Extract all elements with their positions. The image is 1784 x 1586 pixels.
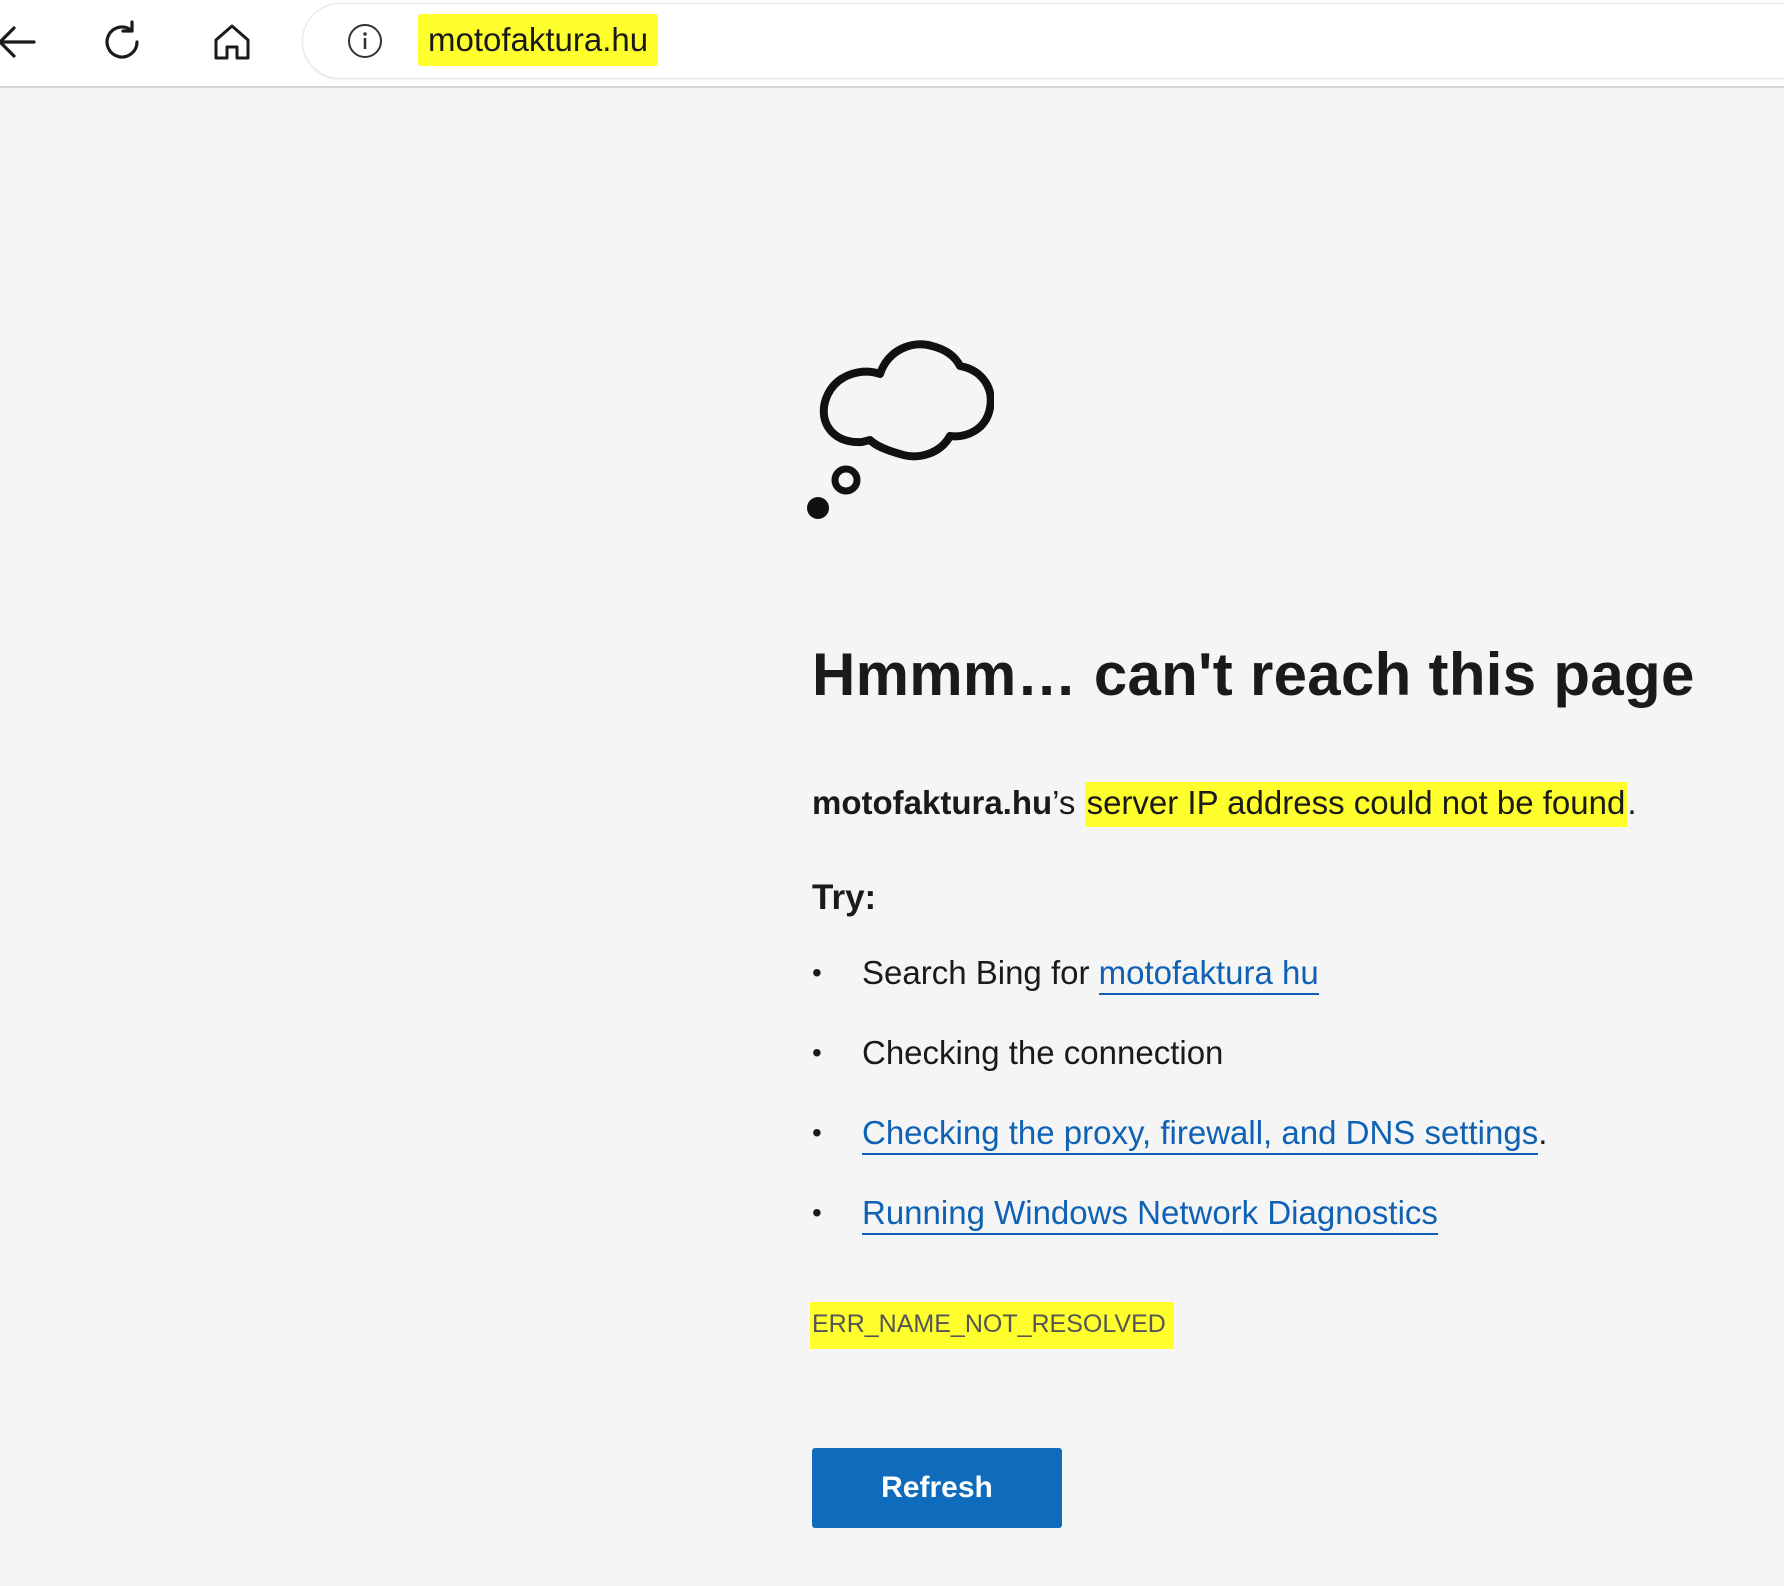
refresh-button[interactable]: Refresh bbox=[812, 1448, 1062, 1528]
browser-toolbar: motofaktura.hu bbox=[0, 0, 1784, 88]
page-title: Hmmm… can't reach this page bbox=[812, 641, 1695, 708]
suggestion-list: • Search Bing for motofaktura hu • Check… bbox=[812, 948, 1547, 1268]
suggestion-suffix: . bbox=[1538, 1114, 1548, 1151]
bing-search-link[interactable]: motofaktura hu bbox=[1098, 954, 1319, 995]
suggestion-item: • Checking the proxy, firewall, and DNS … bbox=[812, 1108, 1547, 1188]
info-icon[interactable] bbox=[347, 23, 383, 59]
error-code: ERR_NAME_NOT_RESOLVED bbox=[810, 1302, 1174, 1349]
url-text[interactable]: motofaktura.hu bbox=[418, 14, 659, 66]
try-heading: Try: bbox=[812, 878, 877, 917]
suggestion-item: • Search Bing for motofaktura hu bbox=[812, 948, 1547, 1028]
bullet: • bbox=[812, 1117, 822, 1148]
suggestion-text: Checking the connection bbox=[862, 1034, 1224, 1071]
error-possessive: ’s bbox=[1052, 784, 1085, 821]
suggestion-item: • Running Windows Network Diagnostics bbox=[812, 1188, 1547, 1268]
back-arrow-icon bbox=[0, 26, 36, 58]
error-reason: server IP address could not be found bbox=[1084, 782, 1628, 827]
thought-cloud-icon bbox=[807, 340, 994, 519]
error-host: motofaktura.hu bbox=[812, 784, 1053, 821]
reload-icon bbox=[105, 20, 139, 59]
error-trailing: . bbox=[1627, 784, 1637, 821]
home-button[interactable] bbox=[202, 12, 262, 72]
proxy-settings-link[interactable]: Checking the proxy, firewall, and DNS se… bbox=[862, 1114, 1539, 1155]
network-diagnostics-link[interactable]: Running Windows Network Diagnostics bbox=[862, 1194, 1438, 1235]
address-bar[interactable]: motofaktura.hu bbox=[303, 4, 1784, 78]
back-button[interactable] bbox=[0, 12, 46, 72]
bullet: • bbox=[812, 1037, 822, 1068]
suggestion-item: • Checking the connection bbox=[812, 1028, 1547, 1108]
error-message: motofaktura.hu’s server IP address could… bbox=[812, 778, 1636, 828]
reload-button[interactable] bbox=[92, 12, 152, 72]
suggestion-text: Search Bing for bbox=[862, 954, 1099, 991]
bullet: • bbox=[812, 957, 822, 988]
home-icon bbox=[214, 24, 250, 60]
bullet: • bbox=[812, 1197, 822, 1228]
